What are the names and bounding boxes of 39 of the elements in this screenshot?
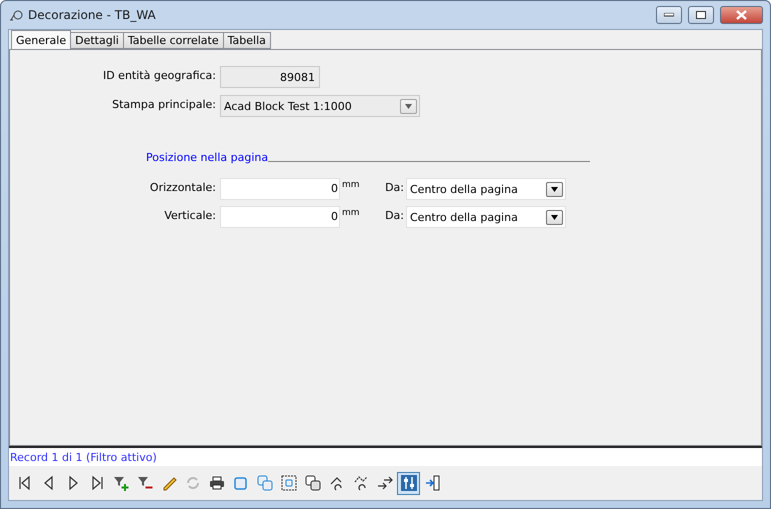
selection-icon — [280, 474, 298, 492]
print-dropdown[interactable]: Acad Block Test 1:1000 — [220, 95, 420, 117]
unit-label: mm — [341, 207, 361, 218]
unit-label: mm — [341, 179, 361, 190]
id-field: 89081 — [220, 66, 320, 88]
input-field[interactable]: 0 — [220, 178, 340, 200]
input-field[interactable]: 0 — [220, 206, 340, 228]
close-button[interactable] — [720, 6, 763, 24]
field-label: ID entità geografica: — [102, 68, 216, 82]
field-label: Stampa principale: — [111, 97, 216, 111]
section-title: Posizione nella pagina — [146, 151, 268, 164]
sliders-icon — [400, 474, 418, 492]
tab[interactable]: Dettagli — [70, 32, 124, 49]
tab[interactable]: Tabella — [222, 32, 271, 49]
filter-add-icon — [112, 474, 130, 492]
window-title: Decorazione - TB_WA — [28, 8, 157, 22]
field-label: Da: — [384, 180, 405, 194]
minimize-icon — [664, 13, 674, 17]
maximize-button[interactable] — [688, 6, 714, 24]
maximize-icon — [696, 11, 706, 19]
exit-icon — [424, 474, 442, 492]
minimize-button[interactable] — [656, 6, 682, 24]
field-label: Orizzontale: — [148, 180, 216, 194]
origin-dropdown[interactable]: Centro della pagina — [406, 178, 566, 200]
arrows-icon — [376, 474, 394, 492]
close-icon — [736, 10, 747, 20]
tab[interactable]: Tabelle correlate — [122, 32, 224, 49]
dropdown-arrow-icon — [551, 186, 558, 192]
origin-dropdown[interactable]: Centro della pagina — [406, 206, 566, 228]
dropdown-arrow-icon — [551, 214, 558, 220]
tab[interactable]: Generale — [11, 30, 72, 49]
dropdown-button[interactable] — [546, 182, 563, 196]
toolbar-button[interactable] — [397, 472, 420, 494]
field-label: Verticale: — [163, 208, 216, 222]
printer-icon — [208, 474, 226, 492]
field-label: Da: — [384, 208, 405, 222]
status-text: Record 1 di 1 (Filtro attivo) — [10, 450, 157, 464]
dropdown-button[interactable] — [546, 210, 563, 224]
dropdown-arrow-icon — [405, 104, 412, 108]
